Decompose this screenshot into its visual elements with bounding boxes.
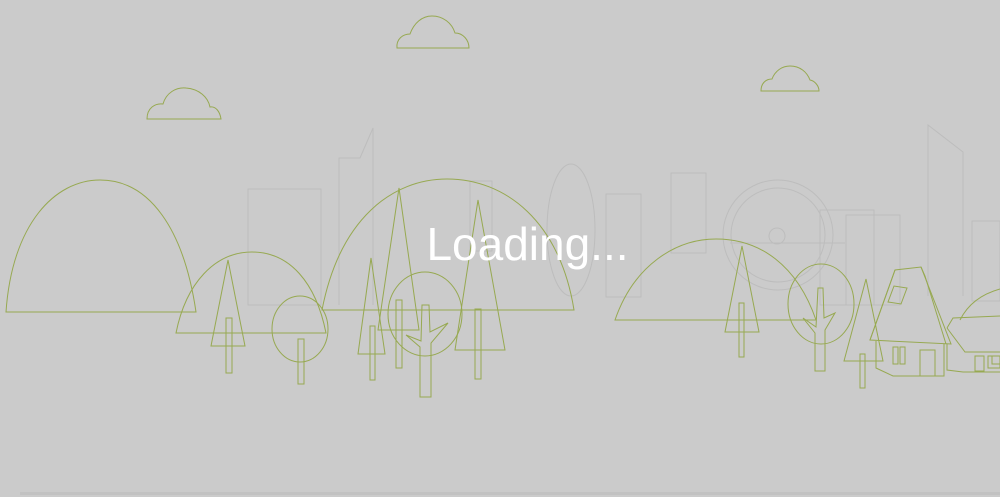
progress-track [20, 492, 1000, 495]
cloud-icon [146, 15, 820, 120]
house-icon [869, 266, 1000, 377]
loading-screen: Loading... [0, 0, 1000, 497]
loading-label: Loading... [426, 218, 629, 270]
city-skyline-icon [247, 123, 1000, 306]
